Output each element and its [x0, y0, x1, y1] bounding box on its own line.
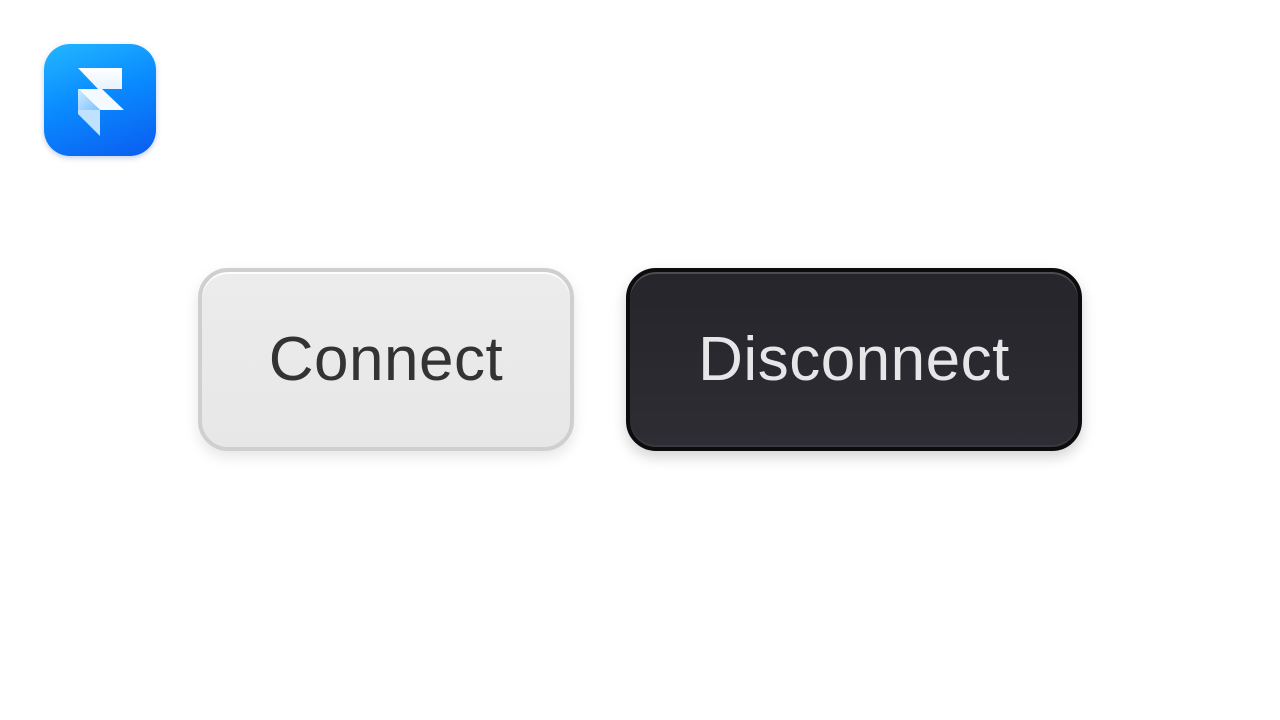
- disconnect-button[interactable]: Disconnect: [626, 268, 1082, 451]
- framer-app-icon: [44, 44, 156, 156]
- canvas: Connect Disconnect: [0, 0, 1280, 720]
- framer-logo-icon: [78, 68, 124, 136]
- connect-button-label: Connect: [268, 325, 504, 394]
- disconnect-button-label: Disconnect: [698, 325, 1010, 394]
- connect-button[interactable]: Connect: [198, 268, 574, 451]
